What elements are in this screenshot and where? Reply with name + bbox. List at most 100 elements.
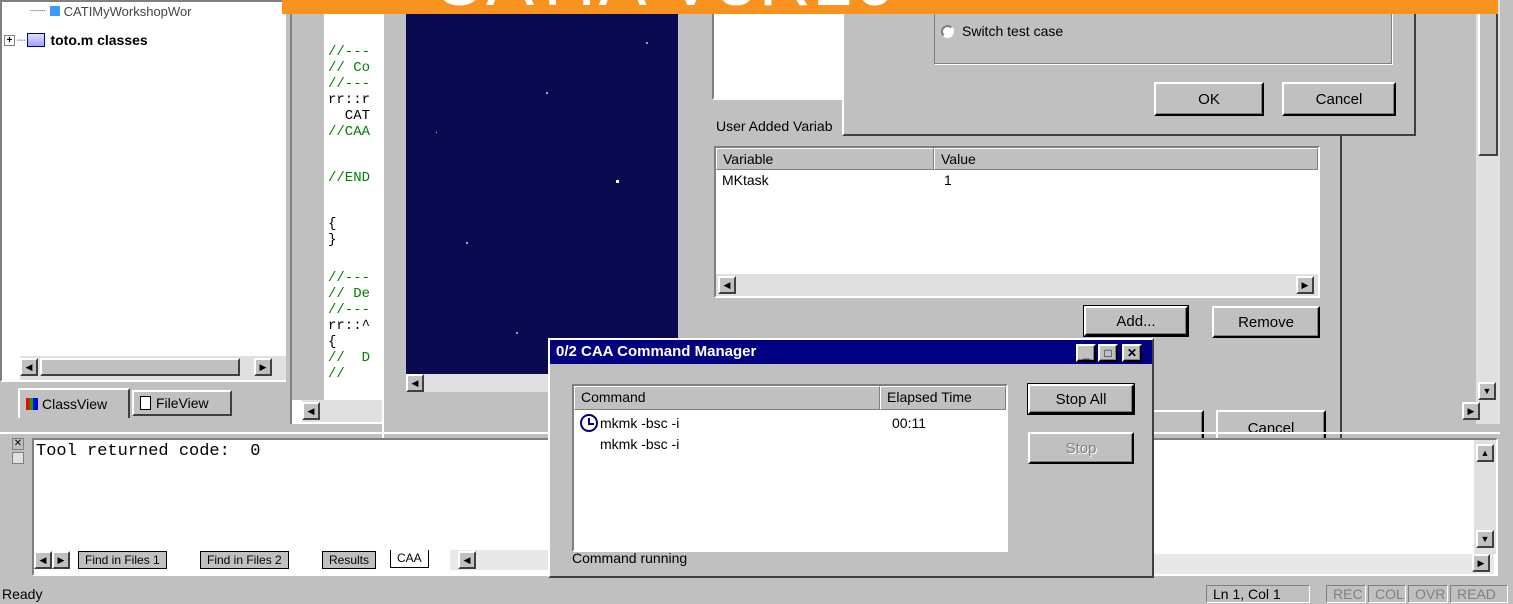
code-line: //--- xyxy=(328,302,371,318)
star xyxy=(646,42,648,44)
code-line: //--- xyxy=(328,44,371,60)
code-line: CAT xyxy=(328,108,371,124)
scroll-left-icon[interactable]: ◀ xyxy=(20,358,38,376)
title-bar[interactable]: 0/2 CAA Command Manager xyxy=(550,340,1152,364)
output-close-icon[interactable]: ✕ xyxy=(12,438,24,450)
remove-button[interactable]: Remove xyxy=(1212,306,1320,338)
ok-button[interactable]: OK xyxy=(1154,82,1264,116)
cancel-button[interactable]: Cancel xyxy=(1282,82,1396,116)
code-line: //--- xyxy=(328,270,371,286)
tab-find-in-files-1[interactable]: Find in Files 1 xyxy=(78,551,167,569)
scroll-thumb[interactable] xyxy=(40,358,240,376)
tree-item-workshop[interactable]: ┈┈ CATIMyWorkshopWor xyxy=(30,2,192,20)
command-status: Command running xyxy=(572,550,688,566)
cell-value: 1 xyxy=(944,172,952,188)
code-line: rr::r xyxy=(328,92,371,108)
close-icon[interactable]: ✕ xyxy=(1122,344,1142,362)
command-row[interactable]: mkmk -bsc -i 00:11 xyxy=(580,412,1000,434)
scroll-left-icon[interactable]: ◀ xyxy=(302,402,320,420)
column-header-variable[interactable]: Variable xyxy=(716,148,934,170)
scroll-left-icon[interactable]: ◀ xyxy=(406,374,424,392)
user-added-label: User Added Variab xyxy=(716,118,833,134)
radio-button-icon[interactable] xyxy=(941,24,954,38)
tab-label: FileView xyxy=(156,395,209,411)
tree-line: ┈┈ xyxy=(30,3,46,18)
scroll-right-icon[interactable]: ▶ xyxy=(1462,402,1480,420)
editor-selection-margin xyxy=(292,0,324,400)
classview-icon xyxy=(26,398,38,410)
tree-line: ┈ xyxy=(17,31,26,48)
banner-text: CATIA V5R10 xyxy=(432,0,897,14)
test-case-dialog: Switch test case OK Cancel xyxy=(842,0,1416,136)
star xyxy=(436,132,437,133)
scroll-down-icon[interactable]: ▼ xyxy=(1476,530,1494,548)
workspace-icon xyxy=(27,33,46,47)
editor-vscrollbar[interactable]: ▼ ▶ xyxy=(1462,0,1500,424)
add-button[interactable]: Add... xyxy=(1083,305,1189,337)
radio-label: Switch test case xyxy=(962,23,1064,39)
scroll-right-icon[interactable]: ▶ xyxy=(254,358,272,376)
splash-starfield-image xyxy=(406,2,678,374)
output-vscrollbar[interactable]: ▲ ▼ xyxy=(1474,440,1496,554)
tab-results[interactable]: Results xyxy=(322,551,377,569)
command-text: mkmk -bsc -i xyxy=(600,436,680,452)
status-col: COL xyxy=(1368,585,1406,603)
command-text: mkmk -bsc -i xyxy=(600,415,680,431)
file-icon xyxy=(140,396,151,410)
maximize-icon[interactable]: □ xyxy=(1098,344,1118,362)
output-dock-icon[interactable] xyxy=(12,452,24,464)
tree-item-toto[interactable]: + ┈ toto.m classes xyxy=(4,30,148,50)
cell-variable: MKtask xyxy=(722,172,769,188)
code-line: //--- xyxy=(328,76,371,92)
output-tab-nav[interactable]: ◀ ▶ xyxy=(34,550,74,570)
code-line: // De xyxy=(328,286,371,302)
command-manager-window: 0/2 CAA Command Manager _ □ ✕ Command El… xyxy=(548,338,1154,578)
tab-scroll-left-icon[interactable]: ◀ xyxy=(34,551,52,569)
variables-table[interactable]: Variable Value MKtask 1 ◀ ▶ xyxy=(714,146,1320,298)
status-bar: Ready Ln 1, Col 1 REC COL OVR READ xyxy=(0,582,1513,604)
status-rec: REC xyxy=(1326,585,1366,603)
column-header-command[interactable]: Command xyxy=(574,386,880,410)
tab-fileview[interactable]: FileView xyxy=(132,390,232,416)
column-header-value[interactable]: Value xyxy=(934,148,1318,170)
output-hscrollbar[interactable]: ▶ xyxy=(1154,554,1494,574)
command-list[interactable]: Command Elapsed Time mkmk -bsc -i 00:11 … xyxy=(572,384,1008,552)
scroll-down-icon[interactable]: ▼ xyxy=(1478,382,1496,400)
class-icon xyxy=(49,6,60,16)
scroll-left-icon[interactable]: ◀ xyxy=(718,276,736,294)
scroll-right-icon[interactable]: ▶ xyxy=(1296,276,1314,294)
tab-caa[interactable]: CAA xyxy=(390,550,429,568)
code-line: // Co xyxy=(328,60,371,76)
tab-scroll-right-icon[interactable]: ▶ xyxy=(52,551,70,569)
table-row[interactable]: MKtask 1 xyxy=(722,172,1312,190)
tab-label: ClassView xyxy=(42,396,108,412)
radio-switch-test-case[interactable]: Switch test case xyxy=(941,23,1063,39)
stop-all-button[interactable]: Stop All xyxy=(1027,383,1135,415)
tab-find-in-files-2[interactable]: Find in Files 2 xyxy=(200,551,289,569)
scroll-up-icon[interactable]: ▲ xyxy=(1476,444,1494,462)
expand-icon[interactable]: + xyxy=(4,34,15,46)
code-line: { xyxy=(328,334,337,350)
scroll-left-icon[interactable]: ◀ xyxy=(458,551,476,569)
clock-icon xyxy=(580,414,598,432)
scroll-right-icon[interactable]: ▶ xyxy=(1472,554,1490,572)
tab-classview[interactable]: ClassView xyxy=(18,388,130,418)
class-view-hscrollbar[interactable]: ◀ ▶ xyxy=(20,356,286,380)
code-line: rr::^ xyxy=(328,318,371,334)
tree-item-label: CATIMyWorkshopWor xyxy=(63,3,192,19)
column-header-elapsed[interactable]: Elapsed Time xyxy=(880,386,1006,410)
code-line: // xyxy=(328,366,345,382)
status-read: READ xyxy=(1450,585,1508,603)
output-text: Tool returned code: 0 xyxy=(36,442,261,461)
minimize-icon[interactable]: _ xyxy=(1076,344,1096,362)
tabs-hscrollbar[interactable]: ◀ xyxy=(450,550,550,570)
scroll-thumb[interactable] xyxy=(1478,0,1498,156)
code-line: //CAA xyxy=(328,124,371,140)
star xyxy=(516,332,518,334)
table-hscrollbar[interactable]: ◀ ▶ xyxy=(716,274,1318,296)
class-view-pane: ┈┈ CATIMyWorkshopWor + ┈ toto.m classes … xyxy=(0,0,286,382)
command-row[interactable]: mkmk -bsc -i xyxy=(600,436,1000,456)
code-line: { xyxy=(328,216,337,232)
code-line: // D xyxy=(328,350,371,366)
stop-button[interactable]: Stop xyxy=(1028,432,1134,464)
